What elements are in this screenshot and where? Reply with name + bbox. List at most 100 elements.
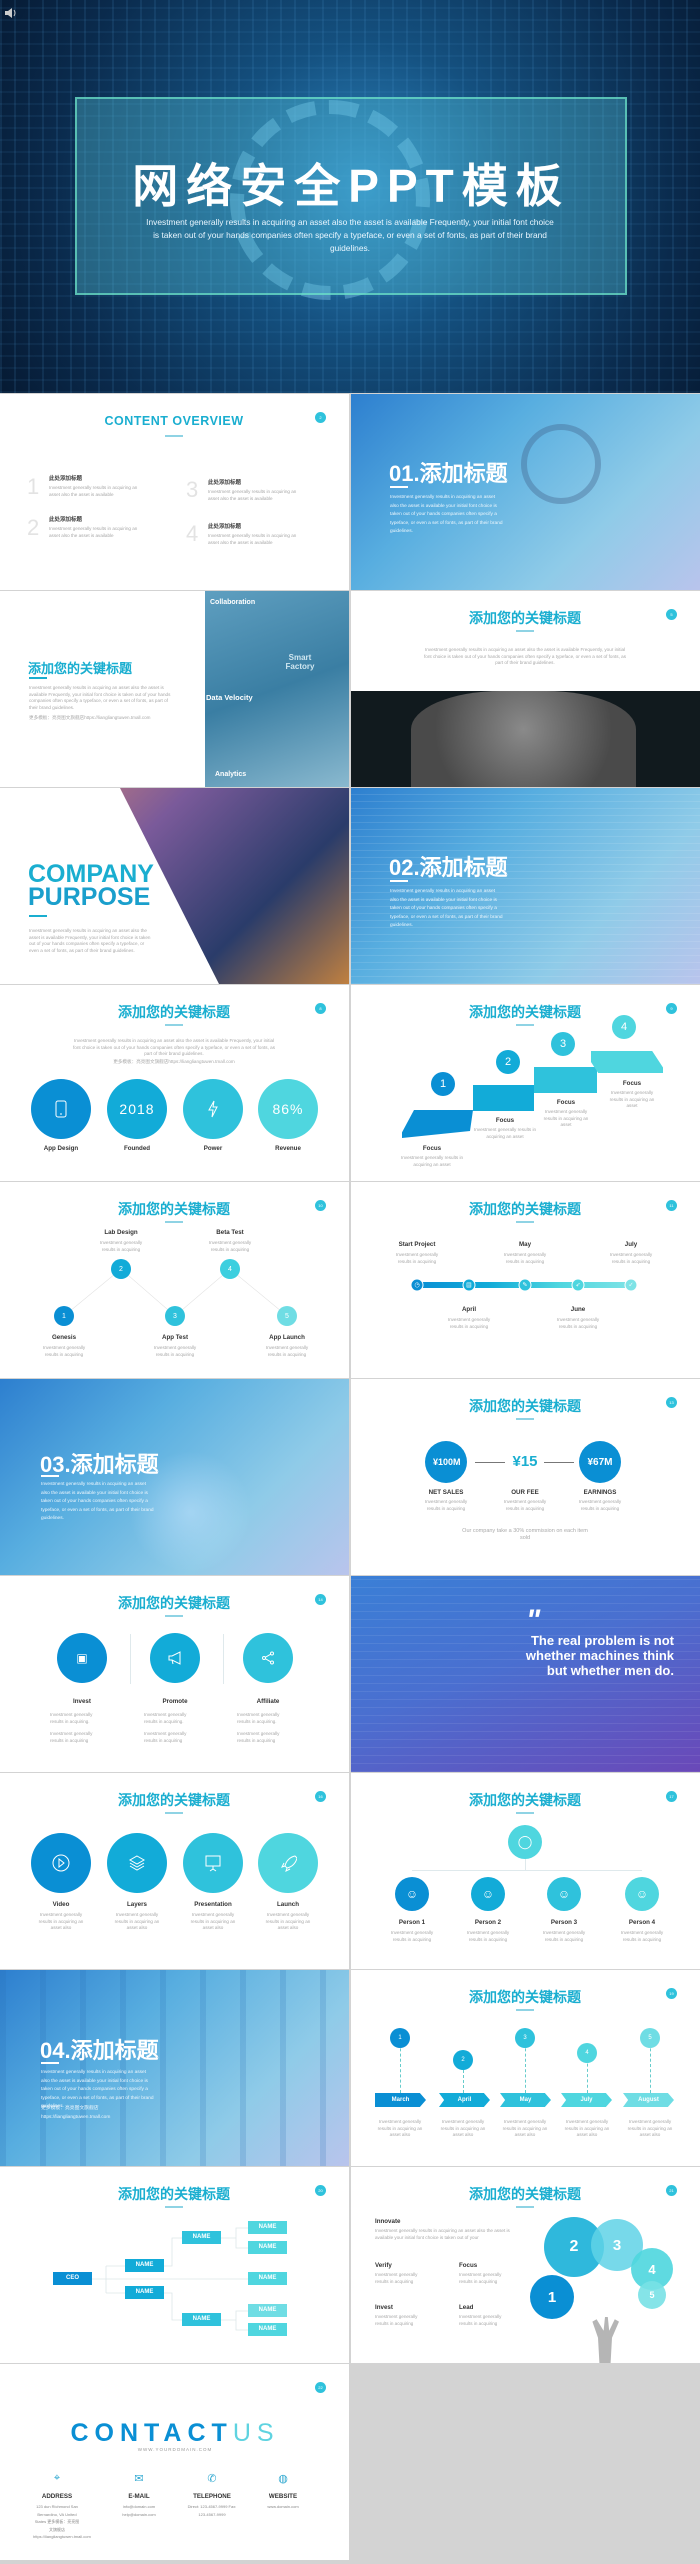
contact-detail[interactable]: www.domain.com [258,2503,308,2511]
slide-finance: 添加您的关键标题 13 ¥100M ¥15 ¥67M NET SALES OUR… [351,1379,700,1575]
hero-title: 网络安全PPT模板 [132,160,570,212]
org-node: NAME [182,2231,221,2244]
slide-org-chart: 添加您的关键标题 20 CEO NAME NAME NAME NAME NAME… [0,2167,349,2363]
step-platform [473,1085,534,1111]
page-badge: 21 [666,2185,677,2196]
item-heading: 此处添加标题 [49,476,83,482]
title-underline [165,1615,183,1617]
slide-title: 添加您的关键标题 [469,1792,581,1808]
user-icon: ☺ [471,1877,505,1911]
org-node: NAME [125,2259,164,2272]
money-icon: ▣ [57,1633,107,1683]
feature-label: Promote [162,1698,188,1705]
idea-desc: Investment generally results in acquirin… [375,2272,418,2284]
commission-note: Our company take a 30% commission on eac… [462,1528,588,1541]
feature-label: Layers [127,1901,147,1908]
title-slide: 网络安全PPT模板 Investment generally results i… [0,0,700,393]
divider [223,1634,224,1684]
metric-label: OUR FEE [511,1489,539,1496]
edit-icon: ✎ [518,1278,532,1292]
idea-desc: Investment generally results in acquirin… [459,2314,502,2326]
node-label: App Test [161,1334,189,1341]
milestone-label: April [461,1306,477,1313]
domain-text[interactable]: WWW.YOURDOMAIN.COM [138,2447,213,2452]
globe-icon: ◍ [278,2473,288,2485]
speech-bubble: 1 [530,2275,574,2319]
step-label: Focus [422,1145,442,1152]
megaphone-icon [150,1633,200,1683]
section-body: Investment generally results in acquirin… [390,495,503,535]
org-node: NAME [125,2286,164,2299]
step-label: Focus [622,1080,642,1087]
stat-circle [31,1079,91,1139]
more-link[interactable]: 更多模板：亮亮图文旗舰店https://liangliangtuwen.tmal… [41,2105,141,2122]
page-badge: 8 [315,1003,326,1014]
slide-title: 添加您的关键标题 [469,610,581,626]
user-icon: ☺ [395,1877,429,1911]
item-heading: 此处添加标题 [208,524,242,530]
company-title-line2: PURPOSE [28,883,151,911]
connector [412,1870,642,1871]
contact-title-main: CONTACT [70,2419,233,2447]
title-underline [29,915,47,917]
speaker-icon[interactable] [4,6,18,18]
node-desc: Investment generally results in acquirin… [153,1345,197,1357]
contact-label: WEBSITE [268,2493,298,2500]
page-badge: 2 [315,412,326,423]
step-number: 1 [431,1072,455,1096]
month-desc: Investment generally results in acquirin… [440,2119,486,2137]
server-photo [351,788,700,984]
contact-detail[interactable]: info@domain.com help@domain.com [119,2503,159,2518]
idea-label: Invest [375,2304,393,2311]
milestone-desc: Investment generally results in acquirin… [447,1317,491,1329]
person-photo [351,691,700,787]
section-title: 04.添加标题 [40,2038,159,2063]
page-badge: 17 [666,1791,677,1802]
page-badge: 13 [666,1397,677,1408]
feature-bullet: Investment generally results in acquirin… [144,1712,187,1724]
earnings-value: ¥67M [587,1456,613,1468]
milestone-desc: Investment generally results in acquirin… [609,1252,653,1264]
month-desc: Investment generally results in acquirin… [564,2119,610,2137]
stat-value: 2018 [119,1101,155,1117]
feature-label: Launch [276,1901,300,1908]
slide-title: 添加您的关键标题 [469,1398,581,1414]
process-node: 3 [165,1306,185,1326]
slide-section-02: 02.添加标题 Investment generally results in … [351,788,700,984]
feature-bullet: Investment generally results in acquirin… [237,1731,280,1743]
milestone-desc: Investment generally results in acquirin… [395,1252,439,1264]
stat-label: Founded [123,1145,151,1152]
contact-label: E-MAIL [128,2493,150,2500]
process-node: 5 [277,1306,297,1326]
feature-label: Invest [73,1698,91,1705]
item-number: 1 [27,474,40,499]
node-desc: Investment generally results in acquirin… [208,1240,252,1252]
slide-stats: 添加您的关键标题 8 Investment generally results … [0,985,349,1181]
milestone-label: Start Project [398,1241,436,1248]
rocket-icon [258,1833,318,1893]
presentation-icon [183,1833,243,1893]
idea-desc: Investment generally results in acquirin… [375,2314,418,2326]
slide-section-03: 03.添加标题 Investment generally results in … [0,1379,349,1575]
person-name: Person 4 [628,1919,656,1926]
play-icon [31,1833,91,1893]
org-node: NAME [248,2241,287,2254]
quote-line: but whether men do. [546,1663,674,1678]
slide-title: 添加您的关键标题 [469,2186,581,2202]
month-desc: Investment generally results in acquirin… [502,2119,548,2137]
section-body: Investment generally results in acquirin… [390,889,503,929]
more-link[interactable]: 更多模板：亮亮图文旗舰店https://liangliangtuwen.tmal… [29,715,179,722]
title-underline [516,1221,534,1223]
milestone-label: May [518,1241,532,1248]
image-label: Collaboration [210,599,256,606]
image-label: Analytics [215,771,247,778]
slide-idea-bubbles: 添加您的关键标题 21 Innovate Investment generall… [351,2167,700,2363]
person-desc: Investment generally results in acquirin… [542,1930,586,1942]
rocket-icon: ➶ [571,1278,585,1292]
month-number: 2 [453,2050,473,2070]
slide-company-purpose: COMPANY PURPOSE Investment generally res… [0,788,349,984]
title-underline [165,1024,183,1026]
feature-label: Presentation [194,1901,232,1908]
item-heading: 此处添加标题 [208,480,242,486]
more-link[interactable]: 更多模板：亮亮图文旗舰店https://liangliangtuwen.tmal… [113,1059,235,1066]
